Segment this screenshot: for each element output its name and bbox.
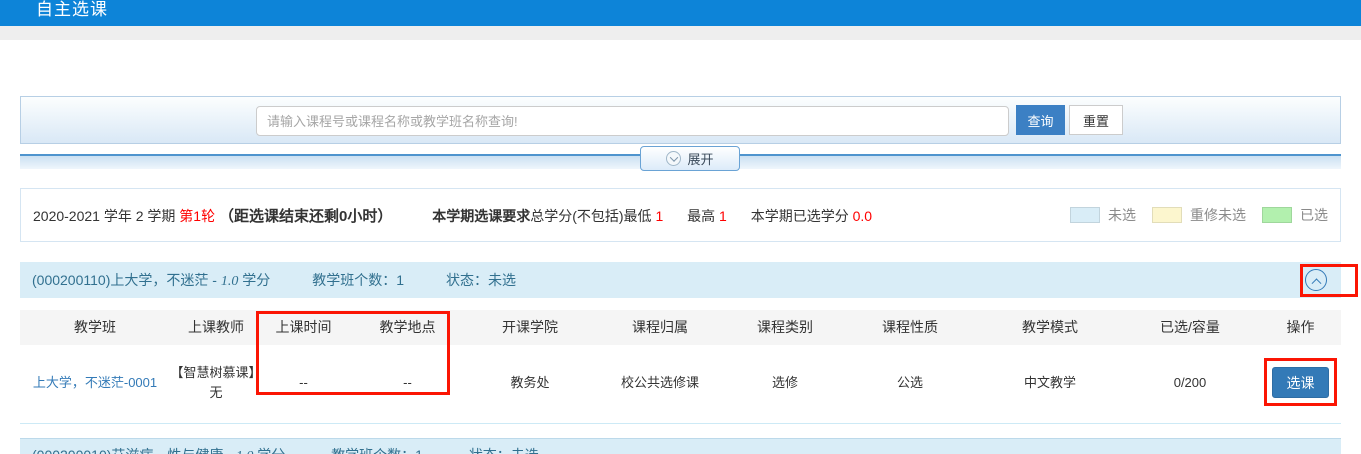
capacity-cell: 0/200 <box>1120 373 1260 393</box>
legend-item-selected: 已选 <box>1262 205 1328 225</box>
col-header-time: 上课时间 <box>262 317 345 338</box>
legend-label-retake: 重修未选 <box>1190 205 1246 225</box>
course-class-count: 教学班个数：1 <box>312 270 404 290</box>
belong-cell: 校公共选修课 <box>590 373 730 393</box>
requirement-label: 本学期选课要求 <box>432 208 530 224</box>
mode-cell: 中文教学 <box>980 373 1120 393</box>
semester-info-text: 2020-2021 学年 2 学期 第1轮 （距选课结束还剩0小时） 本学期选课… <box>33 205 872 226</box>
course-selection-page: 自主选课 查询 重置 展开 2020-2021 学年 2 学期 第1轮 （距选课… <box>0 0 1361 454</box>
app-header: 自主选课 <box>0 0 1361 26</box>
col-header-capacity: 已选/容量 <box>1120 317 1260 338</box>
class-name-link[interactable]: 上大学，不迷茫-0001 <box>20 373 170 393</box>
legend-swatch-selected <box>1262 207 1292 223</box>
time-cell: -- <box>262 373 345 393</box>
search-panel: 查询 重置 <box>20 96 1341 144</box>
col-header-college: 开课学院 <box>470 317 590 338</box>
next-course-header[interactable]: (000200010)艾滋病，性与健康 - 1.0 学分 教学班个数：1 状态：… <box>20 438 1341 454</box>
col-header-class: 教学班 <box>20 317 170 338</box>
action-cell: 选课 <box>1260 367 1341 398</box>
col-header-mode: 教学模式 <box>980 317 1120 338</box>
college-cell: 教务处 <box>470 373 590 393</box>
col-header-category: 课程类别 <box>730 317 840 338</box>
semester-info-panel: 2020-2021 学年 2 学期 第1轮 （距选课结束还剩0小时） 本学期选课… <box>20 188 1341 242</box>
legend-label-unselected: 未选 <box>1108 205 1136 225</box>
next-course-text: (000200010)艾滋病，性与健康 - 1.0 学分 教学班个数：1 状态：… <box>20 439 1341 454</box>
expand-tab-label: 展开 <box>687 149 713 168</box>
countdown-text: （距选课结束还剩0小时） <box>219 208 392 225</box>
course-status: 状态：未选 <box>446 270 516 290</box>
col-header-teacher: 上课教师 <box>170 317 262 338</box>
teacher-line2: 无 <box>170 383 262 403</box>
legend-swatch-unselected <box>1070 207 1100 223</box>
legend-item-retake: 重修未选 <box>1152 205 1246 225</box>
course-title: (000200110)上大学，不迷茫 - 1.0 学分 <box>32 270 270 290</box>
legend-item-unselected: 未选 <box>1070 205 1136 225</box>
reset-button[interactable]: 重置 <box>1069 105 1123 135</box>
col-header-action: 操作 <box>1260 317 1341 338</box>
legend: 未选 重修未选 已选 <box>1070 205 1328 225</box>
requirement-text: 总学分(不包括)最低 <box>530 208 651 224</box>
col-header-nature: 课程性质 <box>840 317 980 338</box>
search-input[interactable] <box>256 106 1009 136</box>
max-credit-label: 最高 <box>687 208 715 224</box>
location-cell: -- <box>345 373 470 393</box>
chevron-down-icon <box>666 151 681 166</box>
max-credit-value: 1 <box>719 208 727 224</box>
teacher-line1: 【智慧树慕课】 <box>170 363 262 383</box>
table-row: 上大学，不迷茫-0001 【智慧树慕课】 无 -- -- 教务处 校公共选修课 … <box>20 345 1341 420</box>
col-header-belong: 课程归属 <box>590 317 730 338</box>
nature-cell: 公选 <box>840 373 980 393</box>
expand-tab[interactable]: 展开 <box>640 146 740 171</box>
page-title: 自主选课 <box>36 0 108 20</box>
selected-credit-value: 0.0 <box>853 208 872 224</box>
legend-label-selected: 已选 <box>1300 205 1328 225</box>
select-course-button[interactable]: 选课 <box>1272 367 1329 398</box>
course-header[interactable]: (000200110)上大学，不迷茫 - 1.0 学分 教学班个数：1 状态：未… <box>20 262 1341 298</box>
collapse-chevron-up-icon[interactable] <box>1305 269 1327 291</box>
semester-text: 2020-2021 学年 2 学期 <box>33 208 175 224</box>
selected-credit-label: 本学期已选学分 <box>751 208 849 224</box>
table-header-row: 教学班 上课教师 上课时间 教学地点 开课学院 课程归属 课程类别 课程性质 教… <box>20 310 1341 345</box>
col-header-location: 教学地点 <box>345 317 470 338</box>
panel-divider <box>20 423 1341 424</box>
min-credit-value: 1 <box>655 208 663 224</box>
category-cell: 选修 <box>730 373 840 393</box>
teacher-cell: 【智慧树慕课】 无 <box>170 363 262 402</box>
legend-swatch-retake <box>1152 207 1182 223</box>
round-text: 第1轮 <box>179 208 215 224</box>
query-button[interactable]: 查询 <box>1016 105 1065 135</box>
header-sub-strip <box>0 26 1361 40</box>
